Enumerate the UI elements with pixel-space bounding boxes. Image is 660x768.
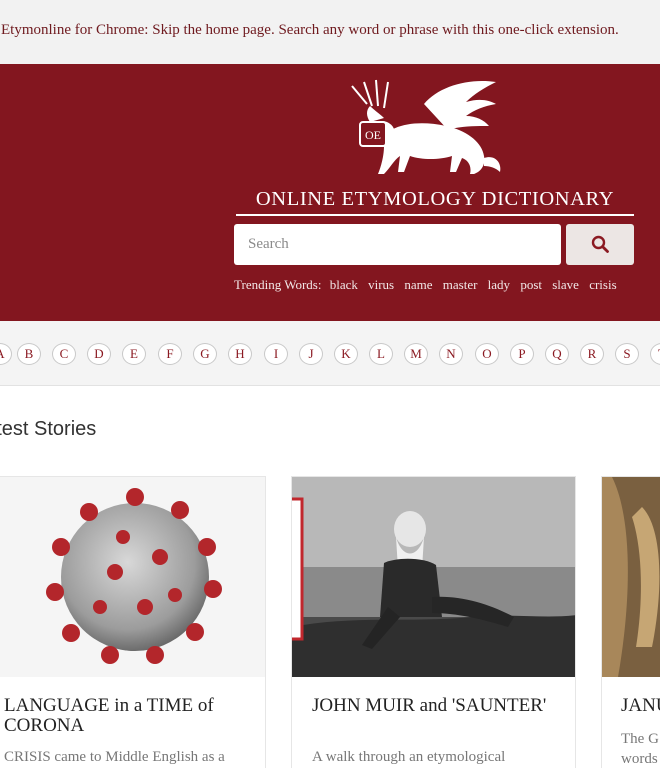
story-image-janus[interactable]	[602, 477, 660, 677]
story-title[interactable]: JOHN MUIR and 'SAUNTER'	[312, 696, 562, 716]
search-button[interactable]	[566, 224, 634, 265]
john-muir-photo-icon	[292, 477, 575, 677]
story-excerpt: CRISIS came to Middle English as a	[4, 749, 225, 765]
letter-link-m[interactable]: M	[404, 343, 428, 365]
letter-link-j[interactable]: J	[299, 343, 323, 365]
story-excerpt: The G	[621, 731, 659, 747]
story-card[interactable]: JOHN MUIR and 'SAUNTER' A walk through a…	[291, 476, 576, 768]
site-logo[interactable]: OE ONLINE ETYMOLOGY DICTIONARY	[234, 76, 634, 216]
letter-link-h[interactable]: H	[228, 343, 252, 365]
alphabet-nav: A B C D E F G H I J K L M N O P Q R S T	[0, 321, 660, 386]
trending-word-link[interactable]: lady	[488, 277, 510, 292]
trending-word-link[interactable]: master	[443, 277, 478, 292]
trending-word-link[interactable]: post	[520, 277, 542, 292]
trending-label: Trending Words:	[234, 277, 322, 292]
trending-word-link[interactable]: black	[330, 277, 358, 292]
trending-word-link[interactable]: slave	[552, 277, 579, 292]
letter-link-r[interactable]: R	[580, 343, 604, 365]
promo-text[interactable]: Etymonline for Chrome: Skip the home pag…	[1, 22, 619, 39]
story-title[interactable]: LANGUAGE in a TIME of CORONA	[4, 696, 254, 736]
trending-word-link[interactable]: crisis	[589, 277, 616, 292]
letter-link-q[interactable]: Q	[545, 343, 569, 365]
letter-link-d[interactable]: D	[87, 343, 111, 365]
letter-link-o[interactable]: O	[475, 343, 499, 365]
letter-link-i[interactable]: I	[264, 343, 288, 365]
story-excerpt: A walk through an etymological	[312, 749, 506, 765]
janus-statue-photo-icon	[602, 477, 660, 677]
trending-words: Trending Words: black virus name master …	[234, 277, 619, 293]
story-image-john-muir[interactable]	[292, 477, 575, 677]
story-image-coronavirus[interactable]	[0, 477, 265, 677]
letter-link-n[interactable]: N	[439, 343, 463, 365]
letter-link-t[interactable]: T	[650, 343, 660, 365]
site-header: OE ONLINE ETYMOLOGY DICTIONARY Trending …	[0, 64, 660, 321]
search-icon	[591, 235, 609, 253]
story-title[interactable]: JANU	[621, 696, 660, 716]
story-excerpt-line-2: words	[621, 751, 658, 767]
logo-wordmark: ONLINE ETYMOLOGY DICTIONARY	[255, 188, 615, 210]
trending-word-link[interactable]: name	[404, 277, 432, 292]
logo-underline	[236, 214, 634, 216]
letter-link-c[interactable]: C	[52, 343, 76, 365]
promo-banner[interactable]: Etymonline for Chrome: Skip the home pag…	[0, 0, 660, 64]
letter-link-p[interactable]: P	[510, 343, 534, 365]
winged-lion-logo-icon: OE	[351, 79, 501, 174]
letter-link-g[interactable]: G	[193, 343, 217, 365]
search-input[interactable]	[234, 224, 561, 265]
coronavirus-illustration-icon	[46, 488, 222, 664]
story-card[interactable]: JANU The G words	[601, 476, 660, 768]
latest-stories-heading: Latest Stories	[0, 418, 97, 440]
letter-link-e[interactable]: E	[122, 343, 146, 365]
trending-word-link[interactable]: virus	[368, 277, 394, 292]
letter-link-s[interactable]: S	[615, 343, 639, 365]
story-card[interactable]: LANGUAGE in a TIME of CORONA CRISIS came…	[0, 476, 266, 768]
logo-monogram: OE	[365, 128, 381, 142]
letter-link-a[interactable]: A	[0, 343, 12, 365]
letter-link-f[interactable]: F	[158, 343, 182, 365]
letter-link-l[interactable]: L	[369, 343, 393, 365]
letter-link-k[interactable]: K	[334, 343, 358, 365]
letter-link-b[interactable]: B	[17, 343, 41, 365]
